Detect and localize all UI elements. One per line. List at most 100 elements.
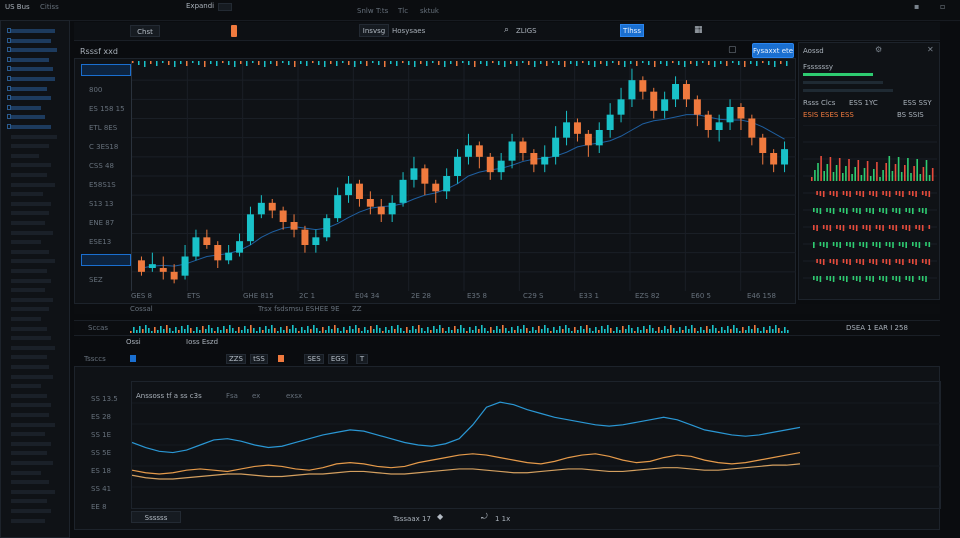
sidebar-item[interactable] [7,277,65,285]
sidebar-item[interactable] [7,411,65,419]
sidebar-item[interactable] [7,161,65,169]
close-panel-icon[interactable]: ✕ [927,45,934,54]
sidebar-item[interactable] [7,152,65,160]
sidebar-item[interactable] [7,449,65,457]
legend-2[interactable]: ex [252,392,260,400]
sidebar-item[interactable] [7,46,65,54]
symbol-button[interactable]: Chst [130,25,160,37]
sidebar-item[interactable] [7,190,65,198]
sidebar-item[interactable] [7,104,65,112]
sidebar-item-checkbox[interactable] [7,104,11,110]
sidebar-item-checkbox[interactable] [7,76,11,81]
sidebar-item[interactable] [7,459,65,467]
maximize-icon[interactable]: ▫ [940,2,948,11]
sidebar-item[interactable] [7,296,65,304]
indicator-button-4[interactable]: EGS [328,354,348,364]
sidebar-item[interactable] [7,440,65,448]
legend-3[interactable]: exsx [286,392,302,400]
sidebar-item-checkbox[interactable] [7,47,11,53]
sidebar-item[interactable] [7,497,65,505]
sidebar-item[interactable] [7,229,65,237]
sidebar-item[interactable] [7,171,65,179]
sidebar-item[interactable] [7,401,65,409]
sidebar-item[interactable] [7,267,65,275]
sidebar-item-checkbox[interactable] [7,114,11,120]
sidebar-item[interactable] [7,257,65,265]
order-book-row[interactable] [803,73,873,76]
sidebar-item[interactable] [7,56,65,64]
search-button[interactable]: Insvsg [359,24,389,37]
sidebar-item[interactable] [7,181,65,189]
candlestick-chart[interactable] [132,61,796,291]
sidebar-item[interactable] [7,305,65,313]
grid-icon[interactable]: ▦ [694,25,703,35]
indicator-button-2[interactable]: tSS [250,354,268,364]
chart-plot[interactable] [131,61,796,291]
sidebar-item[interactable] [7,478,65,486]
refresh-icon[interactable]: ⤾ [481,512,488,522]
sidebar-item[interactable] [7,219,65,227]
indicator-color-chip-1[interactable] [130,355,136,362]
tab-label-3[interactable]: Tlc [398,7,408,15]
sidebar-item[interactable] [7,248,65,256]
sidebar-item[interactable] [7,75,65,83]
grid-icon-2[interactable]: ▢ [728,45,737,55]
sidebar-item-checkbox[interactable] [7,95,11,101]
sidebar-item[interactable] [7,85,65,93]
depth-chart[interactable] [803,125,937,295]
sidebar-item[interactable] [7,94,65,102]
trade-button[interactable]: Fysaxxt ete [752,43,794,58]
order-book-row[interactable] [803,81,883,84]
menu-expand[interactable]: Expandi [186,2,214,10]
lock-icon[interactable]: ◆ [437,512,443,521]
sidebar-item[interactable] [7,142,65,150]
sidebar-item[interactable] [7,325,65,333]
sidebar-item[interactable] [7,353,65,361]
sidebar-item[interactable] [7,382,65,390]
sidebar-item-checkbox[interactable] [7,56,11,62]
sidebar-item[interactable] [7,27,65,35]
close-icon[interactable]: ▪ [914,2,922,11]
tab-label-4[interactable]: sktuk [420,7,439,15]
sidebar-item[interactable] [7,392,65,400]
sidebar-item-checkbox[interactable] [7,85,11,91]
sidebar-item[interactable] [7,37,65,45]
order-book-row[interactable] [803,89,893,92]
sidebar-item[interactable] [7,315,65,323]
sidebar-item-checkbox[interactable] [7,28,11,33]
sidebar-item-checkbox[interactable] [7,37,11,43]
sidebar-item[interactable] [7,123,65,131]
sidebar-item[interactable] [7,488,65,496]
lower-plot[interactable]: Anssoss tf a ss c3s Fsa ex exsx [131,381,941,509]
view-label[interactable]: Hosysaes [392,27,425,35]
sidebar-item[interactable] [7,363,65,371]
sidebar-item[interactable] [7,65,65,73]
indicator-button-1[interactable]: ZZS [226,354,246,364]
sidebar-item[interactable] [7,469,65,477]
sidebar-item[interactable] [7,344,65,352]
sidebar-item[interactable] [7,334,65,342]
candle-icon[interactable] [231,25,237,37]
footer-left-button[interactable]: Ssssss [131,511,181,523]
sidebar-item[interactable] [7,507,65,515]
tab-label-2[interactable]: T:ts [376,7,388,15]
sidebar-item[interactable] [7,421,65,429]
sidebar-item[interactable] [7,517,65,525]
legend-1[interactable]: Fsa [226,392,238,400]
sidebar-item[interactable] [7,200,65,208]
indicator-button-3[interactable]: SES [304,354,324,364]
blue-mode-button[interactable]: Tlhss [620,24,644,37]
sidebar-item[interactable] [7,430,65,438]
window-button-1[interactable] [218,3,232,11]
indicator-button-5[interactable]: T [356,354,368,364]
sidebar-item[interactable] [7,113,65,121]
indicator-color-chip-2[interactable] [278,355,284,362]
sidebar-item-checkbox[interactable] [7,124,11,129]
settings-icon[interactable]: ⚙ [875,45,882,54]
sidebar-item[interactable] [7,373,65,381]
sidebar-item[interactable] [7,133,65,141]
sidebar-item[interactable] [7,238,65,246]
search-icon[interactable]: ⌕ [504,25,509,35]
tab-label-1[interactable]: Snlw [357,7,374,15]
sidebar-item[interactable] [7,209,65,217]
